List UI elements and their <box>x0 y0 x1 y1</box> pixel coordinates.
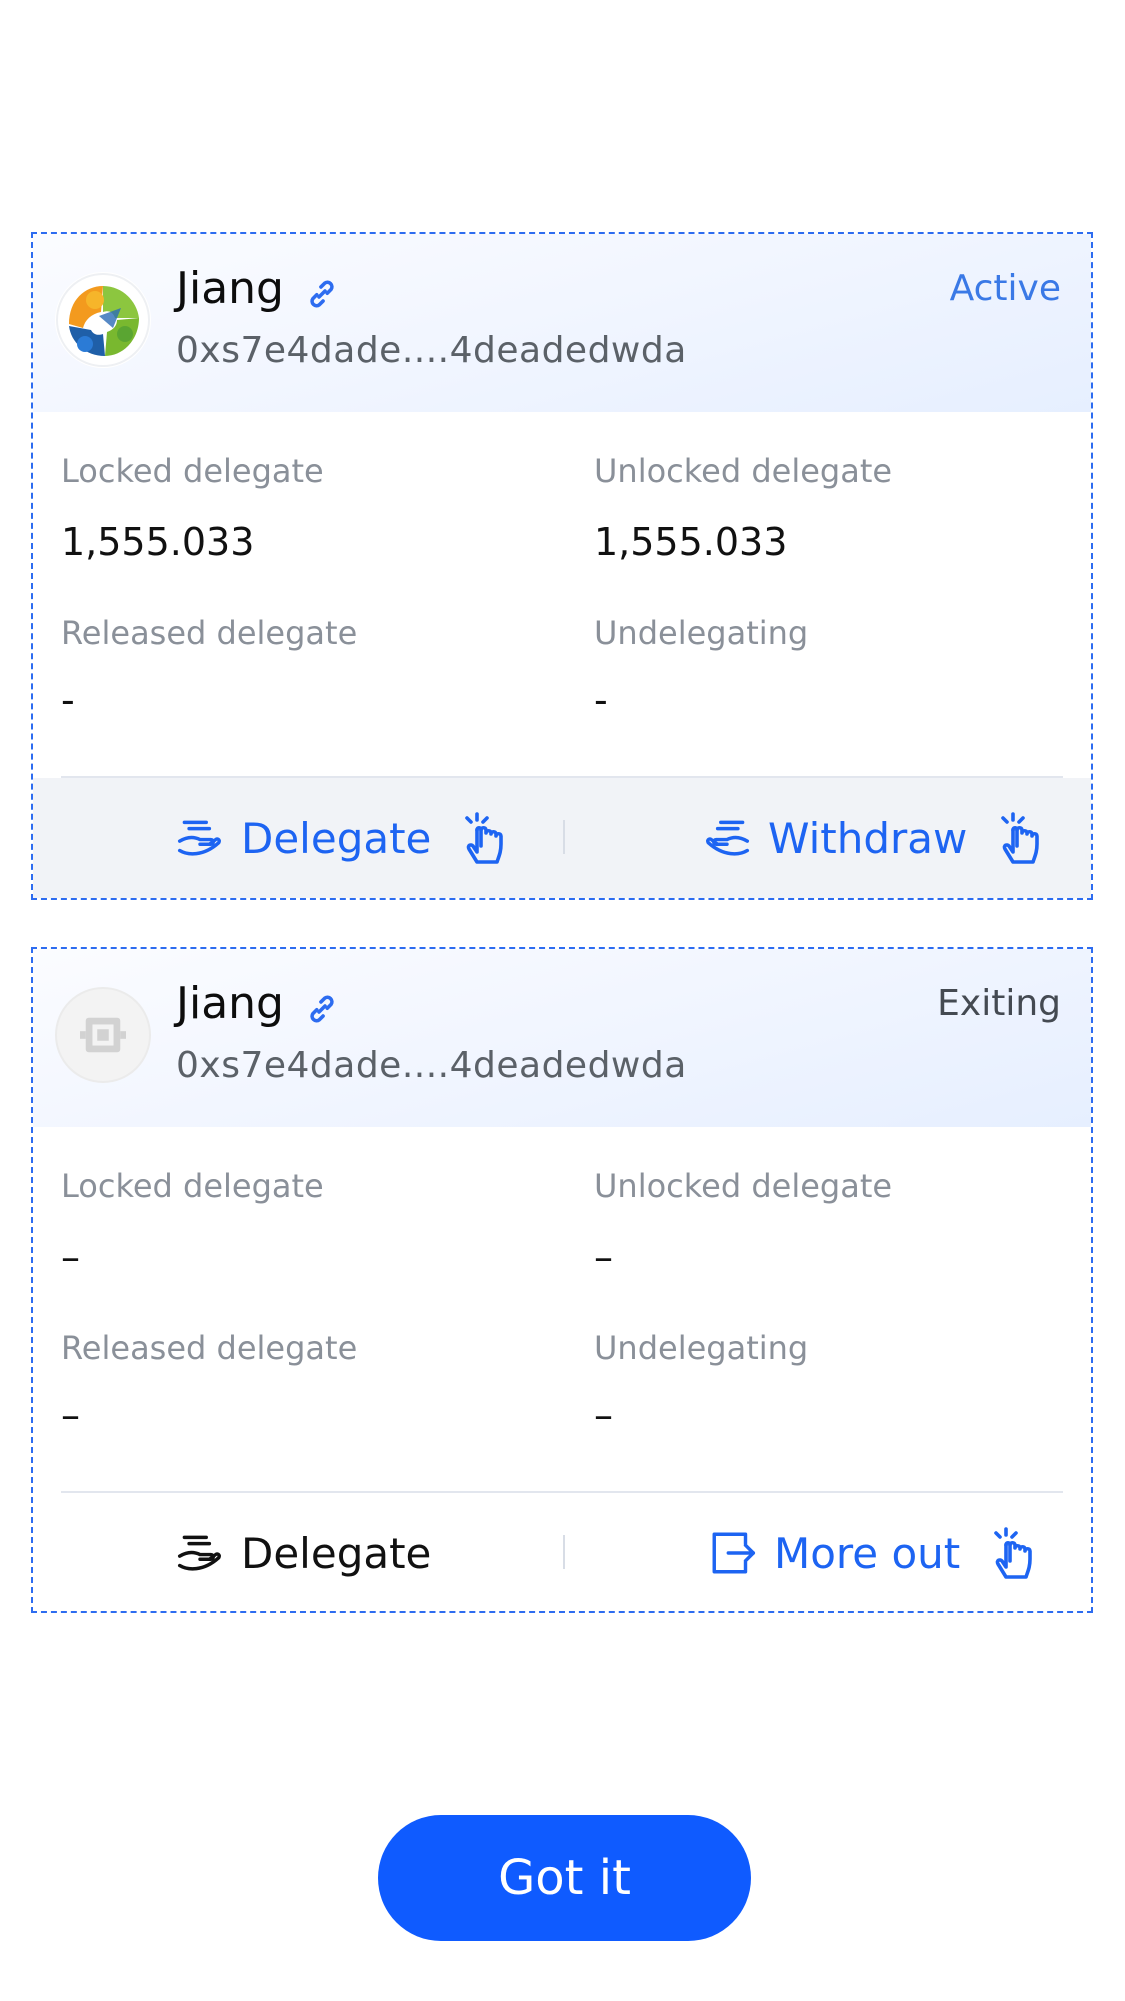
placeholder-avatar <box>55 987 151 1083</box>
action-separator <box>563 1535 565 1569</box>
unlocked-delegate-label: Unlocked delegate <box>594 452 893 490</box>
card-actions: Delegate More out <box>33 1493 1091 1611</box>
status-badge: Exiting <box>937 983 1061 1024</box>
delegate-button[interactable]: Delegate <box>175 1493 432 1611</box>
link-icon[interactable] <box>304 991 340 1027</box>
locked-delegate-value: 1,555.033 <box>61 520 255 564</box>
withdraw-button[interactable]: Withdraw <box>702 778 1043 898</box>
more-out-button[interactable]: More out <box>708 1493 1036 1611</box>
withdraw-hand-icon <box>706 820 750 856</box>
released-delegate-label: Released delegate <box>61 1329 358 1367</box>
delegate-button[interactable]: Delegate <box>175 778 507 898</box>
delegation-stats: Locked delegate – Unlocked delegate – Re… <box>33 1127 1091 1493</box>
unlocked-delegate-value: – <box>594 1235 613 1279</box>
released-delegate-label: Released delegate <box>61 614 358 652</box>
action-separator <box>563 820 565 854</box>
withdraw-label: Withdraw <box>768 813 968 863</box>
delegation-stats: Locked delegate 1,555.033 Unlocked deleg… <box>33 412 1091 778</box>
status-badge: Active <box>949 268 1061 309</box>
undelegating-label: Undelegating <box>594 614 809 652</box>
unlocked-delegate-label: Unlocked delegate <box>594 1167 893 1205</box>
undelegating-value: – <box>594 1393 613 1437</box>
tap-hand-icon <box>1001 812 1040 864</box>
wallet-address: 0xs7e4dade....4deadedwda <box>176 1045 687 1086</box>
undelegating-label: Undelegating <box>594 1329 809 1367</box>
got-it-button[interactable]: Got it <box>378 1815 751 1941</box>
card-header: Jiang 0xs7e4dade....4deadedwda Active <box>33 234 1091 412</box>
unlocked-delegate-value: 1,555.033 <box>594 520 788 564</box>
locked-delegate-label: Locked delegate <box>61 452 324 490</box>
delegate-label: Delegate <box>241 813 432 863</box>
link-icon[interactable] <box>304 276 340 312</box>
exit-icon <box>712 1532 756 1574</box>
released-delegate-value: - <box>61 678 75 722</box>
wallet-address: 0xs7e4dade....4deadedwda <box>176 330 687 371</box>
released-delegate-value: – <box>61 1393 80 1437</box>
validator-name: Jiang <box>176 263 284 314</box>
delegate-hand-icon <box>177 1535 221 1571</box>
delegate-label: Delegate <box>241 1528 432 1578</box>
tap-hand-icon <box>465 812 504 864</box>
validator-logo-avatar <box>55 272 151 368</box>
validator-card-active: Jiang 0xs7e4dade....4deadedwda Active Lo… <box>31 232 1093 900</box>
validator-name: Jiang <box>176 978 284 1029</box>
delegate-hand-icon <box>177 820 221 856</box>
card-header: Jiang 0xs7e4dade....4deadedwda Exiting <box>33 949 1091 1127</box>
locked-delegate-label: Locked delegate <box>61 1167 324 1205</box>
more-out-label: More out <box>774 1528 961 1578</box>
undelegating-value: - <box>594 678 608 722</box>
card-actions: Delegate Withdraw <box>33 778 1091 898</box>
validator-card-exiting: Jiang 0xs7e4dade....4deadedwda Exiting L… <box>31 947 1093 1613</box>
locked-delegate-value: – <box>61 1235 80 1279</box>
tap-hand-icon <box>994 1527 1033 1579</box>
